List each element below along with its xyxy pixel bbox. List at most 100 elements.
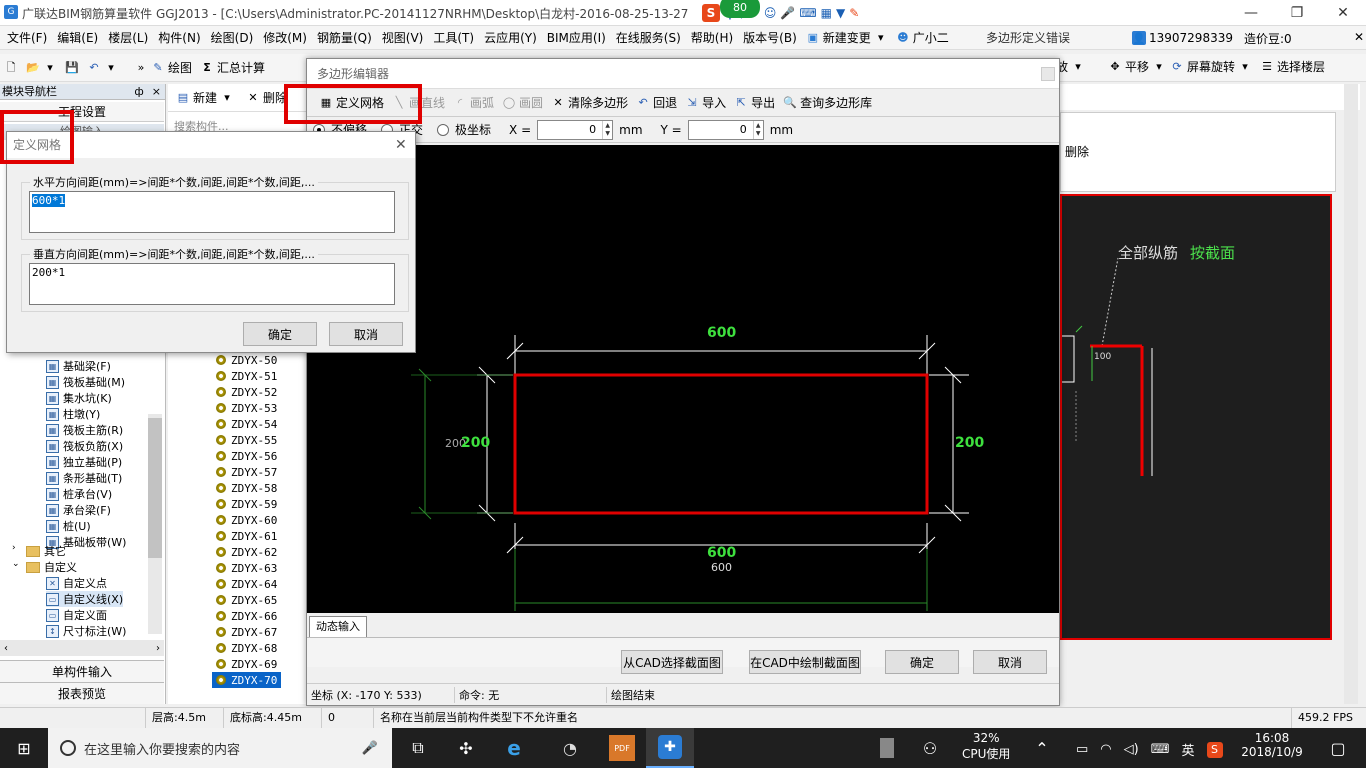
cad-select-button[interactable]: 从CAD选择截面图	[621, 650, 723, 674]
component-list-item[interactable]: ZDYX-53	[216, 400, 277, 416]
custom-tree-item[interactable]: ▭ 自定义面	[46, 607, 107, 623]
cpu-widget[interactable]: 32% CPU使用	[962, 731, 1010, 762]
grid-cancel-button[interactable]: 取消	[329, 322, 403, 346]
menu-item[interactable]: 视图(V)	[377, 26, 429, 50]
grid-ok-button[interactable]: 确定	[243, 322, 317, 346]
report-preview-tab[interactable]: 报表预览	[0, 682, 164, 704]
component-list-item[interactable]: ZDYX-59	[216, 496, 277, 512]
pan-button[interactable]: ✥ 平移 ▾	[1104, 58, 1170, 75]
component-list-item[interactable]: ZDYX-51	[216, 368, 277, 384]
wifi-icon[interactable]: ◠	[1100, 742, 1111, 757]
grid-icon[interactable]: ▦	[821, 6, 832, 20]
menu-item[interactable]: 文件(F)	[2, 26, 52, 50]
component-list-item[interactable]: ZDYX-57	[216, 464, 277, 480]
component-list-item[interactable]: ZDYX-68	[216, 640, 277, 656]
component-list-item[interactable]: ZDYX-56	[216, 448, 277, 464]
keyboard-icon[interactable]: ⌨	[1151, 742, 1170, 757]
custom-tree-item[interactable]: ↕ 尺寸标注(W)	[46, 623, 126, 639]
component-list-item[interactable]: ZDYX-65	[216, 592, 277, 608]
editor-ok-button[interactable]: 确定	[885, 650, 959, 674]
new-change-button[interactable]: ▣ 新建变更 ▾	[802, 29, 892, 46]
draw-circle-button[interactable]: ◯ 画圆	[498, 94, 547, 111]
notification-icon[interactable]: ▢	[1314, 728, 1362, 768]
pin-icon[interactable]: ф	[134, 84, 143, 100]
people-icon[interactable]: ⚇	[906, 728, 954, 768]
y-input[interactable]: 0 ▲ ▼	[687, 119, 764, 140]
open-file-button[interactable]: 📂 ▾	[22, 61, 61, 75]
nav-tree-item[interactable]: ▦ 独立基础(P)	[46, 454, 122, 470]
right-scrollbar[interactable]	[1344, 84, 1358, 704]
pdf-icon[interactable]: PDF	[598, 728, 646, 768]
component-list-item[interactable]: ZDYX-58	[216, 480, 277, 496]
mic-icon[interactable]: 🎤	[362, 741, 378, 756]
sogou-icon[interactable]: S	[702, 4, 720, 22]
nav-tree-item[interactable]: ▦ 基础梁(F)	[46, 358, 111, 374]
menu-item[interactable]: 编辑(E)	[52, 26, 103, 50]
component-list-item[interactable]: ZDYX-55	[216, 432, 277, 448]
nav-tree-item[interactable]: ▦ 集水坑(K)	[46, 390, 112, 406]
component-list-item[interactable]: ZDYX-70	[212, 672, 282, 688]
task-view-icon[interactable]: ⧉	[394, 728, 442, 768]
vertical-spacing-input[interactable]: 200*1	[29, 263, 395, 305]
editor-cancel-button[interactable]: 取消	[973, 650, 1047, 674]
component-list-item[interactable]: ZDYX-63	[216, 560, 277, 576]
new-file-button[interactable]: 🗋	[0, 61, 22, 75]
windows-start-icon[interactable]: ⊞	[0, 728, 48, 768]
scroll-left-icon[interactable]: ‹	[4, 643, 8, 654]
clear-polygon-button[interactable]: ✕ 清除多边形	[547, 94, 632, 111]
export-button[interactable]: ⇱ 导出	[730, 94, 779, 111]
menu-close-icon[interactable]: ✕	[1354, 30, 1364, 44]
component-list-item[interactable]: ZDYX-66	[216, 608, 277, 624]
nav-close-icon[interactable]: ×	[152, 84, 161, 100]
close-icon[interactable]: ✕	[1320, 0, 1366, 26]
component-list-item[interactable]: ZDYX-54	[216, 416, 277, 432]
define-grid-button[interactable]: ▦ 定义网格	[315, 94, 388, 111]
user-account[interactable]: 👤 13907298339	[1128, 26, 1237, 50]
summary-button[interactable]: Σ 汇总计算	[196, 59, 269, 76]
app-icon[interactable]: ◔	[546, 728, 594, 768]
menu-item[interactable]: 修改(M)	[258, 26, 312, 50]
nav-scroll-thumb[interactable]	[148, 418, 162, 558]
nav-tree-item[interactable]: ▦ 筏板负筋(X)	[46, 438, 123, 454]
component-list-item[interactable]: ZDYX-52	[216, 384, 277, 400]
collapse-custom-icon[interactable]: ⌄	[12, 559, 20, 569]
component-list-item[interactable]: ZDYX-60	[216, 512, 277, 528]
x-input[interactable]: 0 ▲ ▼	[537, 119, 614, 140]
delete-component-button[interactable]: ✕ 删除	[242, 89, 291, 106]
expand-other-icon[interactable]: ›	[12, 543, 16, 553]
component-list-item[interactable]: ZDYX-61	[216, 528, 277, 544]
wrench-icon[interactable]: ✎	[849, 6, 859, 20]
dynamic-input-tab[interactable]: 动态输入	[309, 616, 367, 638]
menu-item[interactable]: 云应用(Y)	[479, 26, 542, 50]
grid-dialog-close-icon[interactable]: ✕	[395, 137, 407, 153]
price-beans[interactable]: 造价豆:0	[1240, 26, 1296, 50]
nav-tree-item[interactable]: ▦ 桩(U)	[46, 518, 91, 534]
menu-item[interactable]: BIM应用(I)	[542, 26, 611, 50]
clock[interactable]: 16:08 2018/10/9	[1240, 731, 1304, 759]
component-list-item[interactable]: ZDYX-64	[216, 576, 277, 592]
ie-icon[interactable]: e	[490, 728, 538, 768]
menu-item[interactable]: 绘图(D)	[206, 26, 259, 50]
cad-draw-button[interactable]: 在CAD中绘制截面图	[749, 650, 861, 674]
minimize-icon[interactable]: —	[1228, 0, 1274, 26]
menu-item[interactable]: 楼层(L)	[103, 26, 153, 50]
mic-icon[interactable]: 🎤	[780, 6, 795, 20]
by-section-link[interactable]: 按截面	[1190, 242, 1235, 263]
query-library-button[interactable]: 🔍 查询多边形库	[779, 94, 876, 111]
y-spinner-icon[interactable]: ▲ ▼	[752, 120, 763, 139]
section-canvas[interactable]: 全部纵筋 按截面 100	[1059, 194, 1332, 640]
keyboard-icon[interactable]: ⌨	[799, 6, 816, 20]
assistant-button[interactable]: ☻ 广小二	[892, 29, 953, 46]
nav-scrollbar[interactable]	[148, 414, 162, 634]
shirt-icon[interactable]: ▼	[836, 6, 845, 20]
menu-item[interactable]: 帮助(H)	[686, 26, 738, 50]
custom-tree-item[interactable]: ▭ 自定义线(X)	[46, 591, 124, 607]
lang-indicator[interactable]: 英	[1181, 740, 1194, 759]
nav-tree-item[interactable]: ▦ 条形基础(T)	[46, 470, 122, 486]
tray-expand-icon[interactable]: ⌃	[1018, 728, 1066, 768]
polar-radio[interactable]	[437, 123, 450, 136]
nav-tree-item[interactable]: ▦ 承台梁(F)	[46, 502, 111, 518]
volume-icon[interactable]: ◁)	[1124, 742, 1139, 757]
folder-custom[interactable]: 自定义	[26, 559, 77, 575]
ggj-app-icon[interactable]: ✚	[646, 728, 694, 768]
